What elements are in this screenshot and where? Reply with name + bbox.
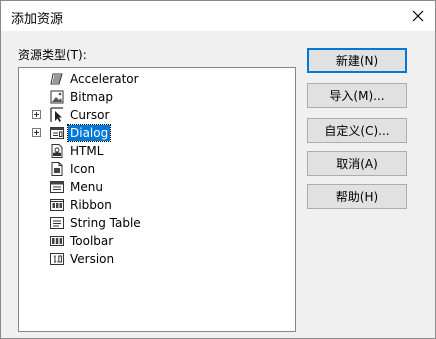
add-resource-dialog: 添加资源 资源类型(T): Accelerator Bitmap Cursor …: [0, 0, 436, 339]
icon-file-icon: [51, 162, 63, 176]
cancel-button[interactable]: 取消(A): [307, 151, 407, 176]
list-item-label: Toolbar: [70, 234, 114, 248]
html-icon: [51, 144, 63, 158]
list-item-label: HTML: [70, 144, 104, 158]
list-item-label: Cursor: [70, 108, 110, 122]
accelerator-icon: [50, 73, 63, 85]
title-bar[interactable]: 添加资源: [1, 1, 435, 31]
string-table-icon: [50, 217, 64, 229]
window-title: 添加资源: [11, 12, 64, 27]
list-item-accelerator[interactable]: Accelerator: [19, 70, 289, 88]
list-item-label: Version: [70, 252, 115, 266]
list-item-html[interactable]: HTML: [19, 142, 289, 160]
list-item-dialog[interactable]: Dialog: [19, 124, 289, 142]
list-item-toolbar[interactable]: Toolbar: [19, 232, 289, 250]
menu-icon: [50, 181, 64, 193]
list-item-label: Icon: [70, 162, 96, 176]
ribbon-icon: [50, 199, 64, 211]
list-item-cursor[interactable]: Cursor: [19, 106, 289, 124]
expand-icon[interactable]: [32, 110, 41, 119]
list-item-menu[interactable]: Menu: [19, 178, 289, 196]
cursor-icon: [50, 107, 63, 122]
new-button[interactable]: 新建(N): [307, 48, 407, 73]
list-item-label: Menu: [70, 180, 103, 194]
bitmap-icon: [50, 90, 64, 104]
list-item-label: Bitmap: [70, 90, 113, 104]
list-item-label: Dialog: [66, 124, 112, 142]
dialog-icon: [50, 127, 64, 139]
resource-type-label: 资源类型(T):: [18, 48, 87, 62]
list-item-bitmap[interactable]: Bitmap: [19, 88, 289, 106]
toolbar-icon: [50, 236, 64, 246]
list-item-version[interactable]: Version: [19, 250, 289, 268]
list-item-string-table[interactable]: String Table: [19, 214, 289, 232]
close-icon: [412, 10, 424, 22]
list-item-label: Accelerator: [70, 72, 139, 86]
version-icon: [50, 253, 64, 265]
custom-button[interactable]: 自定义(C)...: [307, 118, 407, 143]
expand-icon[interactable]: [32, 128, 41, 137]
help-button[interactable]: 帮助(H): [307, 184, 407, 209]
close-button[interactable]: [401, 1, 435, 31]
list-item-ribbon[interactable]: Ribbon: [19, 196, 289, 214]
resource-type-list[interactable]: Accelerator Bitmap Cursor Dialog HTML Ic…: [18, 67, 296, 332]
list-item-label: Ribbon: [70, 198, 112, 212]
list-item-label: String Table: [70, 216, 141, 230]
import-button[interactable]: 导入(M)...: [307, 83, 407, 108]
list-item-icon[interactable]: Icon: [19, 160, 289, 178]
